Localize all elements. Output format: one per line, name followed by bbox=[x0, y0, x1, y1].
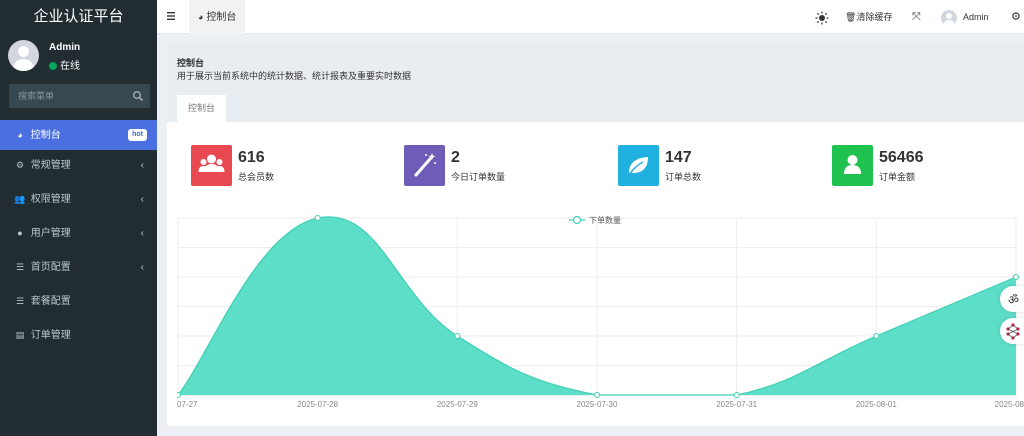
data-point bbox=[314, 215, 321, 221]
online-dot-icon bbox=[49, 62, 57, 70]
chevron-left-icon: ‹ bbox=[140, 194, 144, 205]
users-icon: 👥 bbox=[14, 194, 26, 204]
dashboard-icon: ◕ bbox=[17, 130, 23, 140]
user-circle-icon: ● bbox=[17, 228, 23, 238]
sidebar: 企业认证平台 Admin 在线 ◕ 控制台 hot ⚙ 常规管理 ‹ 👥 权限管… bbox=[0, 0, 157, 436]
main-content: 控制台 用于展示当前系统中的统计数据、统计报表及重要实时数据 控制台 616 总… bbox=[157, 34, 1024, 436]
file-icon: ▤ bbox=[15, 330, 25, 340]
leaf-icon bbox=[618, 145, 659, 186]
tab-dashboard[interactable]: ◕ 控制台 bbox=[189, 0, 246, 34]
sidebar-item-permission[interactable]: 👥 权限管理 ‹ bbox=[0, 184, 157, 218]
translate-icon: ॐ bbox=[1008, 293, 1019, 307]
trash-icon: 🗑 bbox=[845, 12, 857, 22]
sidebar-item-orders[interactable]: ▤ 订单管理 bbox=[0, 320, 157, 354]
top-navbar: ◕ 控制台 🗑清除缓存 ⤧ Admin ⚙ bbox=[157, 0, 1024, 34]
network-icon bbox=[1006, 323, 1020, 340]
x-tick-label: 2025-07-30 bbox=[577, 400, 618, 409]
user-name: Admin bbox=[49, 42, 81, 53]
sidebar-item-home-config[interactable]: ☰ 首页配置 ‹ bbox=[0, 252, 157, 286]
stat-label: 订单总数 bbox=[665, 172, 702, 182]
stat-value: 616 bbox=[238, 149, 265, 166]
sun-icon bbox=[815, 11, 829, 25]
stat-label: 今日订单数量 bbox=[451, 172, 506, 182]
order-chart: 07-27 2025-07-28 2025-07-29 2025-07-30 2025-… bbox=[175, 212, 1024, 414]
cogs-icon: ⚙ bbox=[1011, 11, 1021, 23]
theme-toggle[interactable] bbox=[815, 0, 829, 34]
x-tick-label: 2025-07-28 bbox=[297, 400, 338, 409]
user-status: 在线 bbox=[49, 57, 80, 72]
stat-label: 总会员数 bbox=[238, 172, 275, 182]
data-point bbox=[175, 392, 181, 398]
x-tick-label: 07-27 bbox=[177, 400, 198, 409]
stat-value: 147 bbox=[665, 149, 692, 166]
users-icon bbox=[191, 145, 232, 186]
tab-console[interactable]: 控制台 bbox=[177, 95, 227, 122]
stat-label: 订单金额 bbox=[879, 172, 916, 182]
sidebar-item-dashboard[interactable]: ◕ 控制台 hot bbox=[0, 120, 157, 150]
hot-badge: hot bbox=[128, 129, 147, 141]
clear-cache-button[interactable]: 🗑清除缓存 bbox=[845, 0, 892, 34]
data-point bbox=[733, 392, 740, 398]
page-description: 用于展示当前系统中的统计数据、统计报表及重要实时数据 bbox=[177, 71, 412, 81]
menu-search bbox=[9, 84, 150, 108]
sidebar-item-package-config[interactable]: ☰ 套餐配置 bbox=[0, 286, 157, 320]
user-menu[interactable]: Admin bbox=[941, 0, 989, 34]
x-tick-label: 2025-08 bbox=[995, 400, 1024, 409]
user-panel: Admin 在线 bbox=[8, 38, 153, 74]
settings-button[interactable]: ⚙ bbox=[1011, 0, 1021, 34]
search-input[interactable] bbox=[9, 84, 125, 108]
area-chart: 07-27 2025-07-28 2025-07-29 2025-07-30 2025-… bbox=[175, 215, 1024, 409]
legend-label: 下单数量 bbox=[589, 215, 621, 225]
app-title: 企业认证平台 bbox=[0, 0, 157, 34]
data-point bbox=[594, 392, 600, 398]
page-title: 控制台 bbox=[177, 58, 205, 68]
chevron-left-icon: ‹ bbox=[140, 262, 144, 273]
magic-wand-icon bbox=[404, 145, 445, 186]
chevron-left-icon: ‹ bbox=[140, 160, 144, 171]
x-tick-label: 2025-07-31 bbox=[716, 400, 757, 409]
sidebar-item-general[interactable]: ⚙ 常规管理 ‹ bbox=[0, 150, 157, 184]
list-icon: ☰ bbox=[15, 296, 25, 306]
avatar bbox=[8, 40, 39, 71]
cogs-icon: ⚙ bbox=[15, 160, 25, 170]
data-point bbox=[873, 333, 880, 339]
x-tick-label: 2025-07-29 bbox=[437, 400, 478, 409]
stat-value: 2 bbox=[451, 149, 460, 166]
user-icon bbox=[832, 145, 873, 186]
expand-icon: ⤧ bbox=[912, 11, 921, 23]
menu-toggle-icon[interactable] bbox=[165, 9, 179, 23]
data-point bbox=[1013, 274, 1019, 280]
sidebar-item-user[interactable]: ● 用户管理 ‹ bbox=[0, 218, 157, 252]
sidebar-menu: ◕ 控制台 hot ⚙ 常规管理 ‹ 👥 权限管理 ‹ ● 用户管理 ‹ ☰ 首… bbox=[0, 120, 157, 354]
x-tick-label: 2025-08-01 bbox=[856, 400, 897, 409]
panel-heading: 控制台 用于展示当前系统中的统计数据、统计报表及重要实时数据 控制台 bbox=[167, 42, 1024, 122]
search-icon[interactable] bbox=[132, 90, 144, 102]
translate-button[interactable]: ॐ bbox=[1000, 286, 1024, 312]
dashboard-panel: 控制台 用于展示当前系统中的统计数据、统计报表及重要实时数据 控制台 616 总… bbox=[167, 42, 1024, 426]
chevron-left-icon: ‹ bbox=[140, 228, 144, 239]
avatar bbox=[941, 9, 957, 26]
stat-value: 56466 bbox=[879, 149, 924, 166]
network-button[interactable] bbox=[1000, 318, 1024, 344]
list-icon: ☰ bbox=[15, 262, 25, 272]
legend-marker bbox=[572, 215, 582, 225]
dashboard-icon: ◕ bbox=[198, 12, 204, 22]
fullscreen-button[interactable]: ⤧ bbox=[912, 0, 921, 34]
data-point bbox=[454, 333, 461, 339]
